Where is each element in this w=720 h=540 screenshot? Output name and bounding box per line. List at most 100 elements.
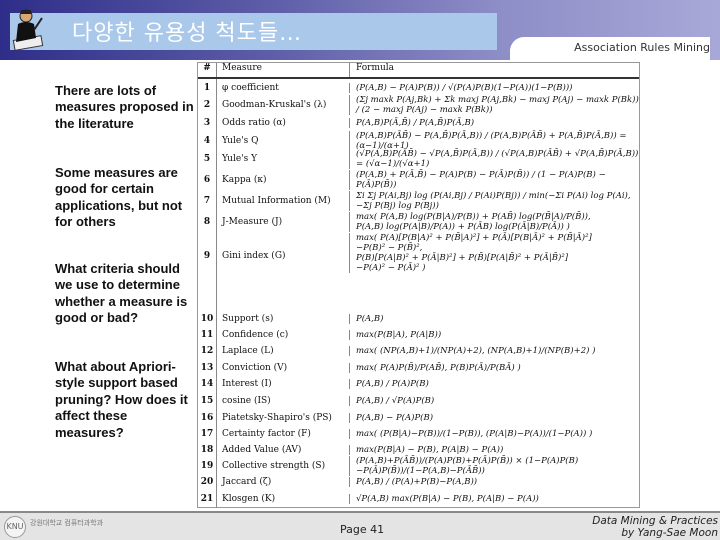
bullet-text: Some measures are good for certain appli…	[55, 165, 183, 230]
measure-name: Klosgen (K)	[216, 490, 349, 508]
formula: max( (NP(A,B)+1)/(NP(A)+2), (NP(A,B)+1)/…	[349, 345, 639, 356]
row-number: 14	[200, 379, 214, 389]
table-row: 2 Goodman-Kruskal's (λ) (Σj maxk P(Aj,Bk) …	[198, 95, 639, 115]
row-number: 5	[203, 154, 211, 164]
measure-name: Yule's Q	[216, 132, 349, 150]
formula: max( P(A,B) log(P(B|A)/P(B)) + P(AB̄) lo…	[349, 212, 639, 232]
measure-name: Goodman-Kruskal's (λ)	[216, 96, 349, 114]
measure-name: Piatetsky-Shapiro's (PS)	[216, 409, 349, 426]
row-number: 1	[203, 82, 211, 93]
row-number: 10	[200, 314, 214, 324]
measure-name: J-Measure (J)	[216, 211, 349, 233]
page-number: Page 41	[340, 523, 385, 536]
column-header: Measure	[216, 63, 349, 77]
row-number: 20	[200, 477, 214, 487]
formula: (P(A,B)+P(ĀB̄))/(P(A)P(B)+P(Ā)P(B̄)) × (…	[349, 456, 639, 476]
formula: max( (P(B|A)−P(B))/(1−P(B)), (P(A|B)−P(A…	[349, 429, 639, 439]
formula: (P(A,B) − P(A)P(B)) / √(P(A)P(B)(1−P(A))…	[349, 82, 639, 93]
row-number: 6	[203, 174, 211, 185]
formula: (√P(A,B)P(ĀB̄) − √P(A,B̄)P(Ā,B)) / (√P(A…	[349, 149, 639, 169]
table-row: 13 Conviction (V) max( P(A)P(B̄)/P(AB̄), P…	[198, 359, 639, 376]
table-row: 10 Support (s) P(A,B)	[198, 311, 639, 327]
row-number: 21	[200, 494, 214, 504]
row-number: 13	[200, 362, 214, 373]
formula: max( P(A)[P(B|A)² + P(B̄|A)²] + P(Ā)[P(B…	[349, 233, 639, 273]
column-header: #	[203, 63, 211, 73]
formula: P(A,B)	[349, 314, 639, 324]
measure-name: Yule's Y	[216, 150, 349, 168]
slide-footer: KNU 강원대학교 컴퓨터과학과 Page 41 Data Mining & P…	[0, 511, 720, 540]
row-number: 18	[200, 445, 214, 455]
row-number: 12	[200, 345, 214, 356]
table-row: 5 Yule's Y (√P(A,B)P(ĀB̄) − √P(A,B̄)P(Ā,B)…	[198, 149, 639, 169]
measure-name: Support (s)	[216, 311, 349, 327]
measure-name: cosine (IS)	[216, 392, 349, 409]
bullet-text: What about Apriori-style support based p…	[55, 359, 188, 440]
measures-table: # Measure Formula 1φ coefficient (P(A,B) …	[197, 62, 640, 508]
person-writing-icon	[12, 9, 44, 51]
measure-name: Collective strength (S)	[216, 458, 349, 474]
row-number: 19	[200, 461, 214, 471]
row-number: 16	[200, 412, 214, 423]
measure-name: Gini index (G)	[216, 233, 349, 311]
measure-name: Kappa (κ)	[216, 168, 349, 191]
logo-text: 강원대학교 컴퓨터과학과	[30, 519, 104, 527]
subject-label: Association Rules Mining	[574, 41, 710, 54]
table-row: 3 Odds ratio (α) P(A,B)P(Ā,B̄) / P(A,B̄)P(…	[198, 114, 639, 132]
table-row: 21 Klosgen (K) √P(A,B) max(P(B|A) − P(B), …	[198, 490, 639, 508]
bullet-text: There are lots of measures proposed in t…	[55, 83, 194, 131]
university-logo: KNU	[4, 516, 26, 538]
measure-name: Confidence (c)	[216, 327, 349, 342]
row-number: 2	[203, 100, 211, 110]
table-row: 1 φ coefficient (P(A,B) − P(A)P(B)) / √(P(…	[198, 79, 639, 96]
formula: P(A,B) / √P(A)P(B)	[349, 395, 639, 406]
formula: (P(A,B)P(ĀB̄) − P(A,B̄)P(Ā,B)) / (P(A,B)…	[349, 131, 639, 151]
measure-name: Laplace (L)	[216, 342, 349, 359]
bullet-text: What criteria should we use to determine…	[55, 261, 188, 326]
measure-name: Jaccard (ζ)	[216, 474, 349, 490]
measure-name: φ coefficient	[216, 79, 349, 96]
table-row: 12 Laplace (L) max( (NP(A,B)+1)/(NP(A)+2),…	[198, 342, 639, 359]
formula: √P(A,B) max(P(B|A) − P(B), P(A|B) − P(A)…	[349, 494, 639, 504]
formula: Σi Σj P(Ai,Bj) log (P(Ai,Bj) / P(Ai)P(Bj…	[349, 191, 639, 211]
table-row: 4 Yule's Q (P(A,B)P(ĀB̄) − P(A,B̄)P(Ā,B)) …	[198, 131, 639, 151]
formula: max( P(A)P(B̄)/P(AB̄), P(B)P(Ā)/P(BĀ) )	[349, 362, 639, 373]
row-number: 17	[200, 429, 214, 439]
course-title: Data Mining & Practices	[592, 515, 718, 527]
table-row: 7 Mutual Information (M) Σi Σj P(Ai,Bj) lo…	[198, 191, 639, 211]
column-header: Formula	[349, 63, 639, 77]
table-row: 9 Gini index (G) max( P(A)[P(B|A)² + P(B̄|…	[198, 233, 639, 311]
credit: Data Mining & Practices by Yang-Sae Moon	[592, 515, 718, 539]
row-number: 15	[200, 395, 214, 406]
slide-header: 다양한 유용성 척도들… Association Rules Mining	[0, 0, 720, 61]
formula: max(P(B|A), P(A|B))	[349, 329, 639, 340]
author: by Yang-Sae Moon	[621, 527, 718, 539]
row-number: 9	[203, 251, 211, 261]
table-row: 8 J-Measure (J) max( P(A,B) log(P(B|A)/P(B…	[198, 211, 639, 233]
row-number: 3	[203, 118, 211, 128]
measure-name: Added Value (AV)	[216, 442, 349, 458]
table-row: 17 Certainty factor (F) max( (P(B|A)−P(B))…	[198, 426, 639, 442]
measure-name: Certainty factor (F)	[216, 426, 349, 442]
subject-tab: Association Rules Mining	[510, 37, 710, 61]
measure-name: Mutual Information (M)	[216, 191, 349, 211]
slide-title: 다양한 유용성 척도들…	[72, 21, 303, 46]
formula: max(P(B|A) − P(B), P(A|B) − P(A))	[349, 445, 639, 455]
formula: P(A,B) / (P(A)+P(B)−P(A,B))	[349, 477, 639, 487]
formula: P(A,B) − P(A)P(B)	[349, 412, 639, 423]
measure-name: Conviction (V)	[216, 359, 349, 376]
table-row: 15 cosine (IS) P(A,B) / √P(A)P(B)	[198, 392, 639, 409]
table-row: 19 Collective strength (S) (P(A,B)+P(ĀB̄))…	[198, 456, 639, 476]
table-row: 16 Piatetsky-Shapiro's (PS) P(A,B) − P(A)P…	[198, 409, 639, 426]
measure-name: Odds ratio (α)	[216, 114, 349, 132]
row-number: 11	[200, 329, 214, 340]
row-number: 7	[203, 196, 211, 206]
table-row: 11 Confidence (c) max(P(B|A), P(A|B))	[198, 327, 639, 342]
row-number: 8	[203, 217, 211, 227]
formula: P(A,B)P(Ā,B̄) / P(A,B̄)P(Ā,B)	[349, 118, 639, 128]
formula: (P(A,B) + P(Ā,B̄) − P(A)P(B) − P(Ā)P(B̄)…	[349, 169, 639, 190]
formula: P(A,B) / P(A)P(B)	[349, 379, 639, 389]
row-number: 4	[203, 136, 211, 146]
formula: (Σj maxk P(Aj,Bk) + Σk maxj P(Aj,Bk) − m…	[349, 95, 639, 115]
measure-name: Interest (I)	[216, 376, 349, 392]
